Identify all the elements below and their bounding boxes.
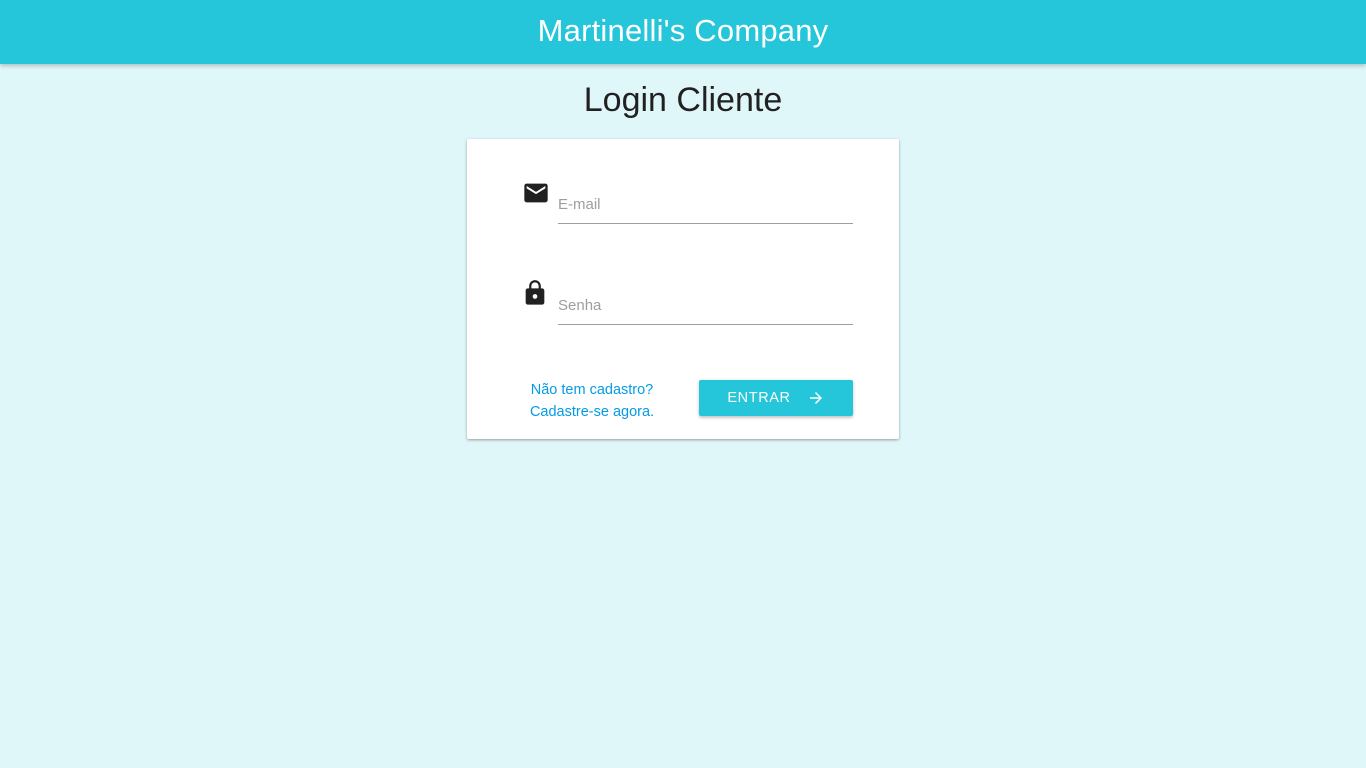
- brand-title: Martinelli's Company: [537, 13, 829, 48]
- top-app-bar: Martinelli's Company: [0, 0, 1366, 64]
- login-card: Não tem cadastro? Cadastre-se agora. ENT…: [467, 139, 899, 439]
- login-button-label[interactable]: ENTRAR: [727, 390, 790, 406]
- signup-link[interactable]: Não tem cadastro? Cadastre-se agora.: [519, 379, 665, 423]
- email-icon: [522, 179, 550, 207]
- arrow-forward-icon[interactable]: [807, 389, 825, 407]
- signup-link-line2[interactable]: Cadastre-se agora.: [519, 401, 665, 423]
- password-field[interactable]: [558, 284, 853, 325]
- lock-icon: [521, 279, 549, 307]
- login-button[interactable]: ENTRAR: [699, 380, 853, 416]
- page-title: Login Cliente: [583, 81, 783, 119]
- password-input[interactable]: [558, 286, 853, 324]
- signup-link-line1[interactable]: Não tem cadastro?: [519, 379, 665, 401]
- email-field[interactable]: [558, 183, 853, 224]
- email-input[interactable]: [558, 185, 853, 223]
